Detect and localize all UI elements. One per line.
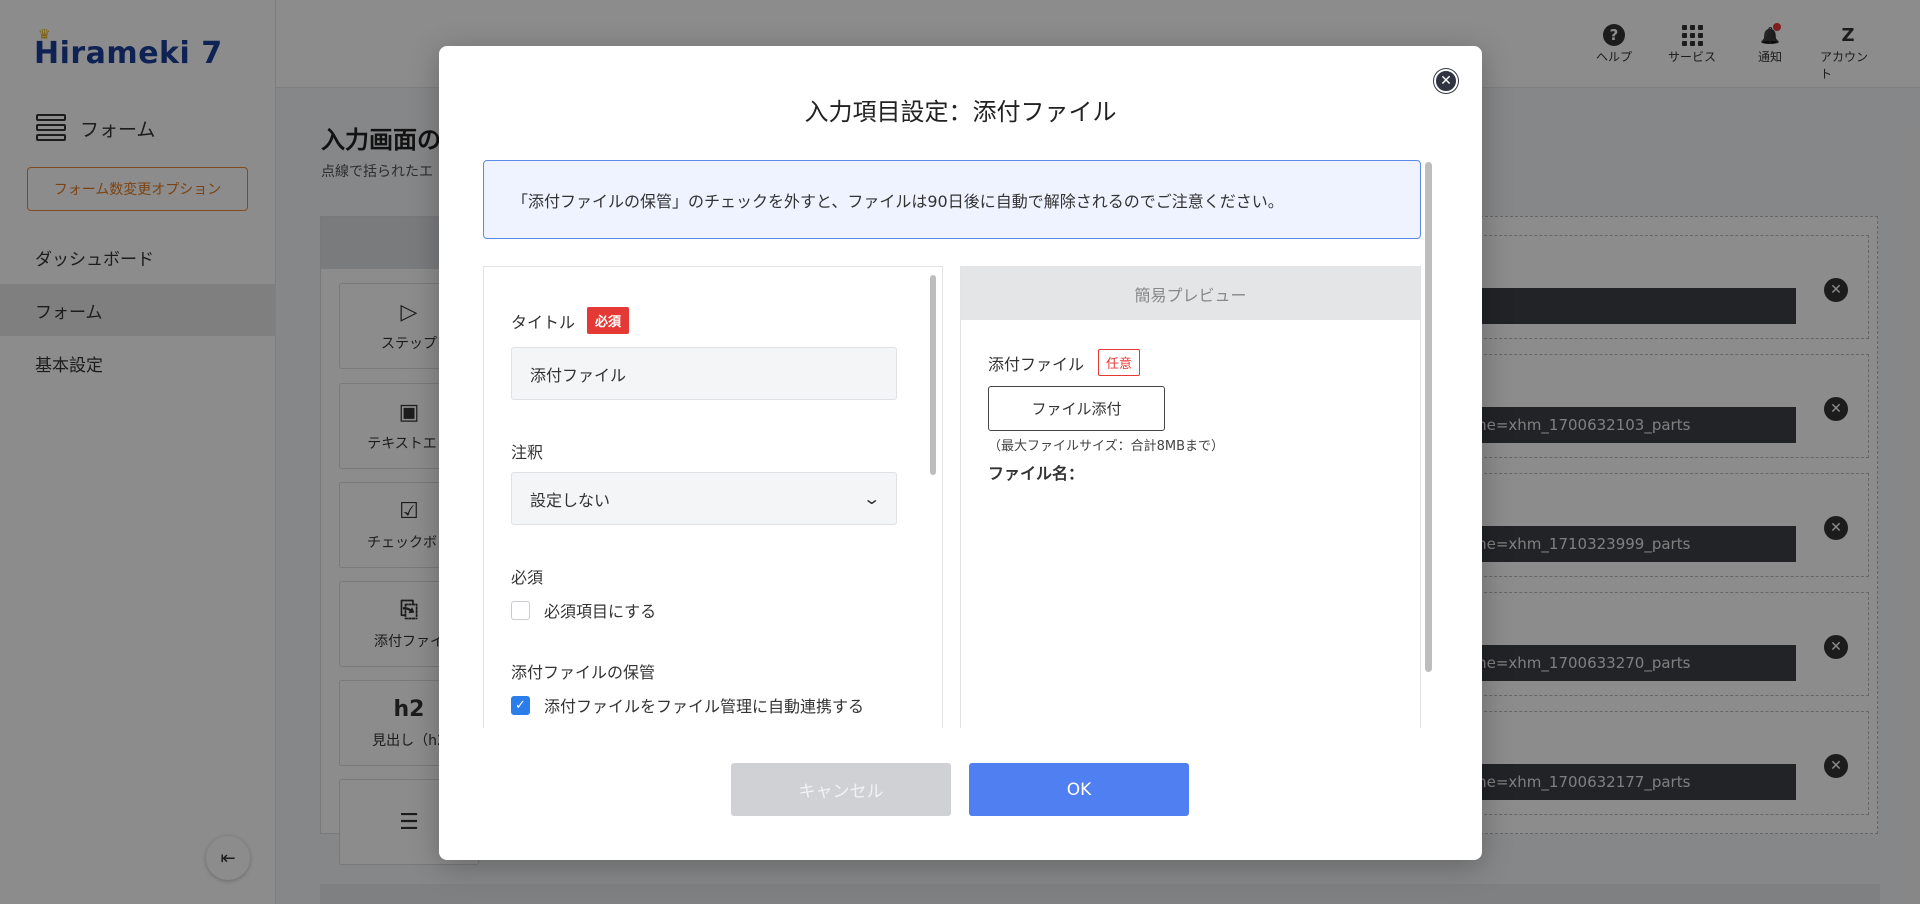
settings-scrollbar[interactable] bbox=[930, 275, 936, 475]
modal-close-icon[interactable]: ✕ bbox=[1434, 69, 1458, 93]
storage-field-label: 添付ファイルの保管 bbox=[511, 663, 656, 682]
chevron-down-icon: ⌄ bbox=[861, 489, 881, 508]
modal-body: 「添付ファイルの保管」のチェックを外すと、ファイルは90日後に自動で解除されるの… bbox=[483, 160, 1435, 728]
preview-header: 簡易プレビュー bbox=[961, 267, 1420, 320]
ok-button[interactable]: OK bbox=[969, 763, 1189, 816]
modal-title: 入力項目設定：添付ファイル bbox=[804, 98, 1117, 126]
required-field-label: 必須 bbox=[511, 568, 544, 587]
field-settings-modal: ✕ 入力項目設定：添付ファイル 「添付ファイルの保管」のチェックを外すと、ファイ… bbox=[439, 46, 1482, 860]
required-checkbox-row[interactable]: 必須項目にする bbox=[511, 598, 656, 622]
preview-file-attach-button[interactable]: ファイル添付 bbox=[988, 386, 1165, 431]
notice-banner: 「添付ファイルの保管」のチェックを外すと、ファイルは90日後に自動で解除されるの… bbox=[483, 160, 1421, 239]
storage-checkbox[interactable]: ✓ bbox=[511, 695, 530, 715]
modal-scrollbar[interactable] bbox=[1425, 162, 1432, 672]
preview-file-name-label: ファイル名： bbox=[988, 464, 1085, 483]
note-select[interactable]: 設定しない ⌄ bbox=[511, 472, 897, 525]
settings-panel: タイトル 必須 注釈 設定しない ⌄ 必須 必須項目にする 添付ファイルの保管 … bbox=[483, 266, 943, 728]
preview-size-note: （最大ファイルサイズ：合計8MBまで） bbox=[988, 439, 1225, 454]
optional-badge: 任意 bbox=[1098, 349, 1141, 376]
preview-field-label: 添付ファイル 任意 bbox=[988, 349, 1141, 376]
note-field-label: 注釈 bbox=[511, 443, 544, 462]
cancel-button[interactable]: キャンセル bbox=[731, 763, 951, 816]
title-field-label: タイトル 必須 bbox=[511, 307, 630, 334]
required-checkbox-label: 必須項目にする bbox=[544, 602, 657, 621]
required-checkbox[interactable] bbox=[511, 600, 530, 620]
storage-checkbox-row[interactable]: ✓ 添付ファイルをファイル管理に自動連携する bbox=[511, 693, 864, 717]
storage-checkbox-label: 添付ファイルをファイル管理に自動連携する bbox=[544, 697, 865, 716]
required-badge: 必須 bbox=[587, 307, 630, 334]
title-input[interactable] bbox=[511, 347, 897, 400]
preview-panel: 簡易プレビュー 添付ファイル 任意 ファイル添付 （最大ファイルサイズ：合計8M… bbox=[960, 266, 1421, 728]
note-selected-value: 設定しない bbox=[530, 490, 611, 510]
